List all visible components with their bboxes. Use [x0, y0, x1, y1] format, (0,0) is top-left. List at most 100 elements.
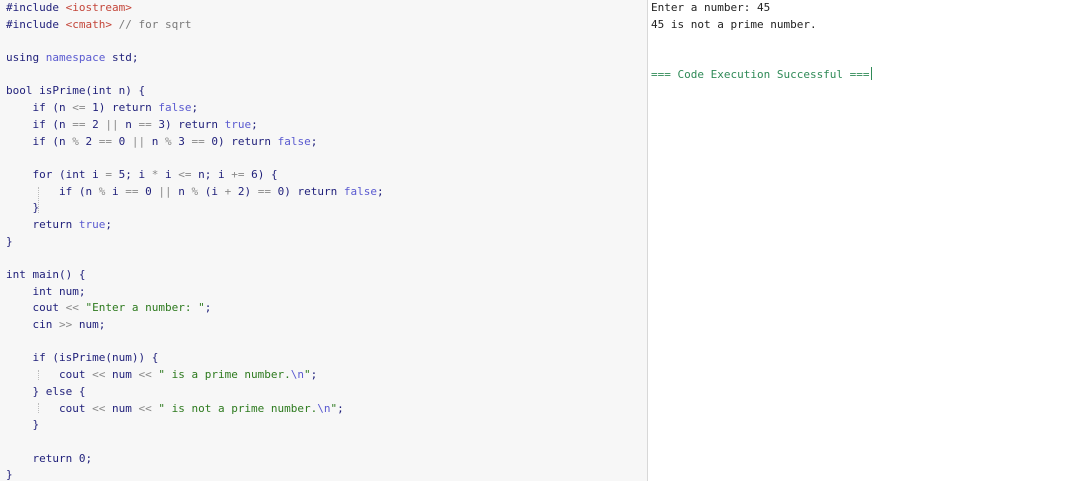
code-token: false	[343, 184, 377, 198]
code-token: n; i	[191, 167, 232, 181]
code-line[interactable]: }	[6, 200, 647, 217]
code-token: cout	[6, 368, 93, 382]
code-token: cout	[6, 401, 93, 415]
code-token: <=	[178, 167, 192, 181]
code-line[interactable]	[6, 434, 647, 451]
code-editor[interactable]: #include <iostream> #include <cmath> // f…	[0, 0, 647, 481]
code-line[interactable]: if (n == 2 || n == 3) return true;	[6, 117, 647, 134]
code-token: n	[118, 117, 139, 131]
code-line[interactable]: for (int i = 5; i * i <= n; i += 6) {	[6, 167, 647, 184]
code-token: (	[58, 167, 66, 181]
code-line[interactable]: bool isPrime(int n) {	[6, 83, 647, 100]
text-cursor	[870, 66, 872, 80]
code-line[interactable]	[6, 250, 647, 267]
code-token: }	[6, 468, 13, 481]
code-token: 5; i	[111, 167, 152, 181]
code-line[interactable]	[6, 67, 647, 84]
code-token: 2)	[231, 184, 258, 198]
code-token: 3	[171, 134, 192, 148]
code-token: if	[6, 101, 53, 115]
code-token: for	[6, 167, 59, 181]
code-token: return	[6, 451, 79, 465]
code-token: 0)	[270, 184, 298, 198]
code-token: cin	[6, 318, 59, 332]
output-console: Enter a number: 45 45 is not a prime numb…	[648, 0, 1068, 481]
code-token: ||	[105, 117, 119, 131]
code-token: 1)	[85, 101, 112, 115]
code-token: <iostream>	[65, 1, 132, 14]
code-line[interactable]: #include <iostream>	[6, 0, 647, 17]
code-line[interactable]: return true;	[6, 217, 647, 234]
code-token: ;	[337, 401, 344, 415]
code-line[interactable]: cout << "Enter a number: ";	[6, 300, 647, 317]
code-token: 2	[85, 117, 106, 131]
code-token: n	[171, 184, 192, 198]
code-token: namespace	[45, 51, 112, 65]
code-line[interactable]: if (n % 2 == 0 || n % 3 == 0) return fal…	[6, 134, 647, 151]
indent-guide	[38, 187, 39, 213]
code-token: return	[231, 134, 278, 148]
code-line[interactable]: cout << num << " is a prime number.\n";	[6, 367, 647, 384]
code-token: }	[6, 384, 46, 398]
code-line[interactable]: cin >> num;	[6, 317, 647, 334]
code-token: ==	[72, 117, 86, 131]
code-line[interactable]: using namespace std;	[6, 50, 647, 67]
output-text: === Code Execution Successful ===	[651, 67, 870, 81]
code-token: ||	[131, 134, 146, 148]
code-line[interactable]: cout << num << " is not a prime number.\…	[6, 401, 647, 418]
code-token: num;	[72, 318, 106, 332]
code-line[interactable]	[6, 334, 647, 351]
code-token: <<	[92, 368, 106, 382]
code-token: (n	[52, 117, 73, 131]
code-line[interactable]	[6, 33, 647, 50]
output-text: Enter a number: 45	[651, 1, 771, 14]
code-line[interactable]: if (n <= 1) return false;	[6, 100, 647, 117]
code-token: #include	[6, 1, 66, 14]
code-line[interactable]: #include <cmath> // for sqrt	[6, 17, 647, 34]
code-line[interactable]: int num;	[6, 284, 647, 301]
code-line[interactable]: } else {	[6, 384, 647, 401]
code-token: (isPrime(num)) {	[52, 351, 159, 365]
code-token: {	[78, 384, 86, 398]
code-token: }	[6, 234, 13, 248]
code-line[interactable]: return 0;	[6, 451, 647, 468]
code-token: num;	[58, 284, 86, 298]
code-token: true	[78, 217, 106, 231]
code-token: std;	[111, 51, 139, 65]
code-line[interactable]: if (isPrime(num)) {	[6, 350, 647, 367]
code-token: (n	[52, 134, 73, 148]
code-line[interactable]: }	[6, 467, 647, 481]
code-line[interactable]	[6, 150, 647, 167]
code-token: <<	[138, 368, 152, 382]
code-token: bool	[6, 84, 40, 98]
code-token: "	[304, 368, 311, 382]
indent-guide	[38, 403, 39, 413]
code-token: int	[92, 84, 119, 98]
code-token: n) {	[118, 84, 146, 98]
code-token: ;	[105, 217, 112, 231]
code-token: int	[65, 167, 93, 181]
code-line[interactable]: }	[6, 234, 647, 251]
code-token: main() {	[32, 268, 86, 281]
code-token: num	[105, 368, 139, 382]
code-token: >>	[58, 318, 73, 332]
indent-guide	[38, 370, 39, 380]
code-line[interactable]: int main() {	[6, 267, 647, 284]
code-line[interactable]: }	[6, 417, 647, 434]
code-token: return	[178, 117, 225, 131]
code-token: \n	[290, 368, 305, 382]
code-token: num	[105, 401, 139, 415]
code-token: cout	[6, 301, 66, 315]
code-token: 0;	[78, 451, 93, 465]
code-token: ==	[191, 134, 205, 148]
code-token: ;	[376, 184, 384, 198]
code-token: <cmath>	[65, 17, 112, 31]
code-token: ==	[257, 184, 271, 198]
code-token: i	[92, 167, 106, 181]
code-token: "Enter a number: "	[85, 301, 205, 315]
code-token: ;	[310, 368, 318, 382]
code-line[interactable]: if (n % i == 0 || n % (i + 2) == 0) retu…	[6, 184, 647, 201]
code-token: 0	[111, 134, 132, 148]
